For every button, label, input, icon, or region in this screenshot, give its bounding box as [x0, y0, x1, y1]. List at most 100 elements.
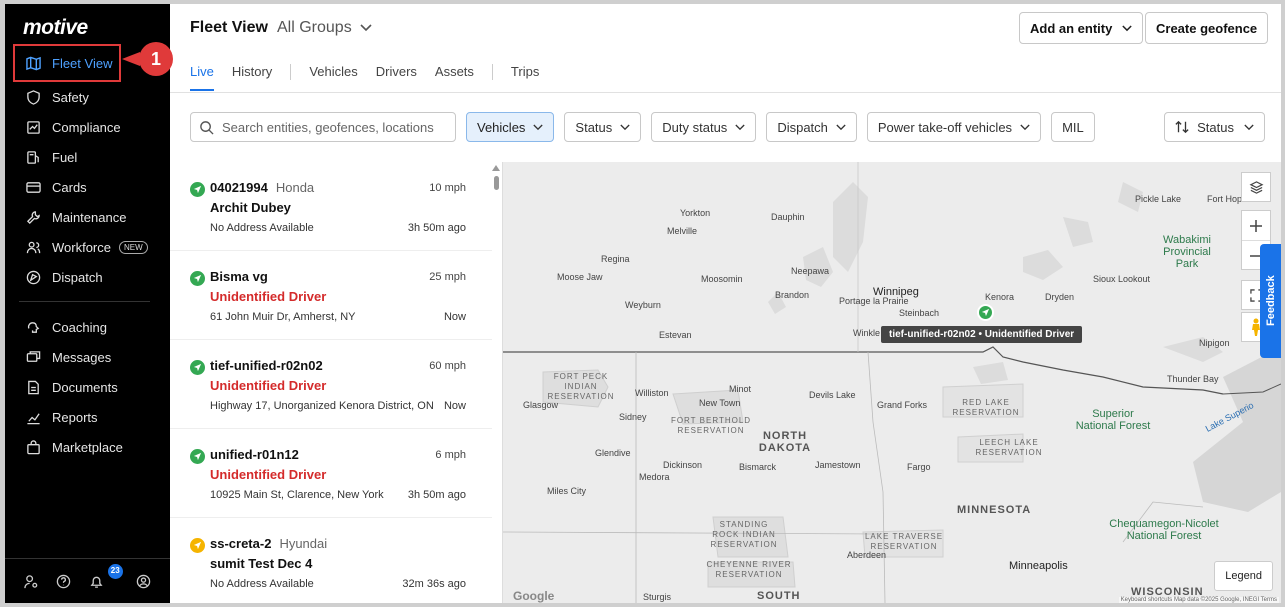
- vehicle-address: 61 John Muir Dr, Amherst, NY: [210, 311, 356, 323]
- map-label-cheyenne-river: CHEYENNE RIVER RESERVATION: [706, 560, 792, 579]
- chevron-down-icon: [836, 124, 846, 130]
- account-icon[interactable]: [136, 574, 151, 589]
- create-geofence-button[interactable]: Create geofence: [1145, 12, 1269, 44]
- tab-live[interactable]: Live: [190, 64, 214, 91]
- map-label-kenora: Kenora: [985, 292, 1015, 302]
- vehicle-make: Hyundai: [279, 536, 328, 551]
- last-update: 32m 36s ago: [402, 578, 466, 590]
- filter-mil[interactable]: MIL: [1051, 112, 1095, 142]
- chevron-down-icon: [1122, 24, 1133, 31]
- dispatch-icon: [25, 269, 41, 285]
- sidebar-item-cards[interactable]: Cards: [15, 172, 155, 202]
- sidebar-item-coaching[interactable]: Coaching: [15, 312, 155, 342]
- layers-icon: [1249, 180, 1263, 194]
- filter-label: Duty status: [662, 119, 728, 135]
- vehicle-list: 04021994 Honda 10 mph Archit Dubey No Add…: [170, 162, 503, 603]
- filter-dispatch[interactable]: Dispatch: [766, 112, 857, 142]
- tab-history[interactable]: History: [232, 64, 272, 91]
- filter-vehicles[interactable]: Vehicles: [466, 112, 555, 142]
- sidebar-item-dispatch[interactable]: Dispatch: [15, 262, 155, 292]
- vehicle-speed: 60 mph: [429, 360, 466, 372]
- zoom-in-button[interactable]: [1242, 211, 1270, 241]
- vehicle-id-text: 04021994: [210, 180, 268, 195]
- scrollbar-thumb[interactable]: [494, 176, 499, 190]
- list-item[interactable]: Bisma vg 25 mph Unidentified Driver 61 J…: [170, 251, 492, 340]
- filter-label: Status: [575, 119, 613, 135]
- legend-button[interactable]: Legend: [1214, 561, 1273, 591]
- vehicle-address: No Address Available: [210, 222, 314, 234]
- search-input[interactable]: Search entities, geofences, locations: [190, 112, 456, 142]
- list-item[interactable]: tief-unified-r02n02 60 mph Unidentified …: [170, 340, 492, 429]
- map-label-lake-traverse: LAKE TRAVERSE RESERVATION: [864, 532, 944, 551]
- chevron-down-icon: [620, 124, 630, 130]
- sidebar-item-fuel[interactable]: Fuel: [15, 142, 155, 172]
- filter-duty-status[interactable]: Duty status: [651, 112, 757, 142]
- group-selector[interactable]: All Groups: [277, 19, 372, 37]
- list-item[interactable]: 04021994 Honda 10 mph Archit Dubey No Add…: [170, 162, 492, 251]
- sidebar-item-documents[interactable]: Documents: [15, 372, 155, 402]
- sidebar-item-label: Reports: [52, 409, 98, 425]
- tab-bar: Live History Vehicles Drivers Assets Tri…: [190, 64, 557, 91]
- tab-separator: [491, 64, 493, 80]
- document-icon: [25, 379, 41, 395]
- tab-drivers[interactable]: Drivers: [376, 64, 417, 91]
- filter-label: Power take-off vehicles: [877, 119, 1013, 135]
- filter-label: MIL: [1062, 119, 1084, 135]
- navigation-arrow-icon: [190, 360, 205, 375]
- sidebar-item-safety[interactable]: Safety: [15, 82, 155, 112]
- sidebar-item-fleet-view[interactable]: Fleet View: [13, 44, 121, 82]
- sidebar-item-reports[interactable]: Reports: [15, 402, 155, 432]
- sidebar-item-label: Cards: [52, 179, 87, 195]
- map-label-standing-rock: STANDING ROCK INDIAN RESERVATION: [710, 520, 778, 549]
- map-label-red-lake: RED LAKE RESERVATION: [952, 398, 1020, 417]
- sidebar-item-label: Safety: [52, 89, 89, 105]
- map-label-minnesota: MINNESOTA: [957, 504, 1032, 516]
- navigation-arrow-icon: [190, 449, 205, 464]
- shield-icon: [25, 89, 41, 105]
- reports-icon: [25, 409, 41, 425]
- tab-assets[interactable]: Assets: [435, 64, 474, 91]
- list-item[interactable]: unified-r01n12 6 mph Unidentified Driver…: [170, 429, 492, 518]
- coaching-icon: [25, 319, 41, 335]
- sidebar-item-marketplace[interactable]: Marketplace: [15, 432, 155, 462]
- map-label-neepawa: Neepawa: [791, 266, 830, 276]
- map-label-minot: Minot: [729, 384, 752, 394]
- last-update: Now: [443, 400, 466, 412]
- scroll-up-arrow[interactable]: [492, 165, 500, 171]
- driver-name: Unidentified Driver: [210, 467, 327, 482]
- vehicle-tooltip: tief-unified-r02n02 • Unidentified Drive…: [881, 326, 1083, 343]
- vehicle-address: Highway 17, Unorganized Kenora District,…: [210, 400, 434, 412]
- map-label-melville: Melville: [667, 226, 698, 236]
- map-label-steinbach: Steinbach: [899, 308, 940, 318]
- vehicle-id: ss-creta-2 Hyundai: [210, 536, 327, 551]
- sidebar-item-workforce[interactable]: Workforce NEW: [15, 232, 155, 262]
- search-icon: [200, 120, 214, 135]
- notifications-icon[interactable]: 23: [89, 563, 123, 589]
- sidebar-item-messages[interactable]: Messages: [15, 342, 155, 372]
- filter-status[interactable]: Status: [564, 112, 642, 142]
- tab-vehicles[interactable]: Vehicles: [309, 64, 357, 91]
- vehicle-marker[interactable]: [977, 304, 994, 321]
- add-entity-button[interactable]: Add an entity: [1019, 12, 1144, 44]
- sidebar-item-maintenance[interactable]: Maintenance: [15, 202, 155, 232]
- driver-name: Archit Dubey: [210, 200, 291, 215]
- tab-separator: [290, 64, 292, 80]
- user-settings-icon[interactable]: [24, 574, 39, 589]
- list-item[interactable]: ss-creta-2 Hyundai sumit Test Dec 4 No Ad…: [170, 518, 492, 603]
- map-icon: [25, 55, 41, 71]
- tab-trips[interactable]: Trips: [511, 64, 539, 91]
- map-view[interactable]: Yorkton Dauphin Melville Regina Moose Ja…: [503, 162, 1281, 603]
- map-layers-button[interactable]: [1241, 172, 1271, 202]
- vehicle-id-text: ss-creta-2: [210, 536, 272, 551]
- map-label-brandon: Brandon: [775, 290, 810, 300]
- vehicle-id: Bisma vg: [210, 269, 268, 284]
- feedback-tab[interactable]: Feedback: [1260, 244, 1281, 358]
- map-label-nipigon: Nipigon: [1199, 338, 1230, 348]
- filter-pto-vehicles[interactable]: Power take-off vehicles: [866, 112, 1042, 142]
- sort-dropdown[interactable]: Status: [1164, 112, 1265, 142]
- motive-logo[interactable]: motive: [23, 16, 88, 40]
- help-icon[interactable]: [56, 574, 71, 589]
- page-title: Fleet View: [190, 19, 268, 36]
- sidebar-item-compliance[interactable]: Compliance: [15, 112, 155, 142]
- sidebar-footer: 23: [5, 558, 170, 603]
